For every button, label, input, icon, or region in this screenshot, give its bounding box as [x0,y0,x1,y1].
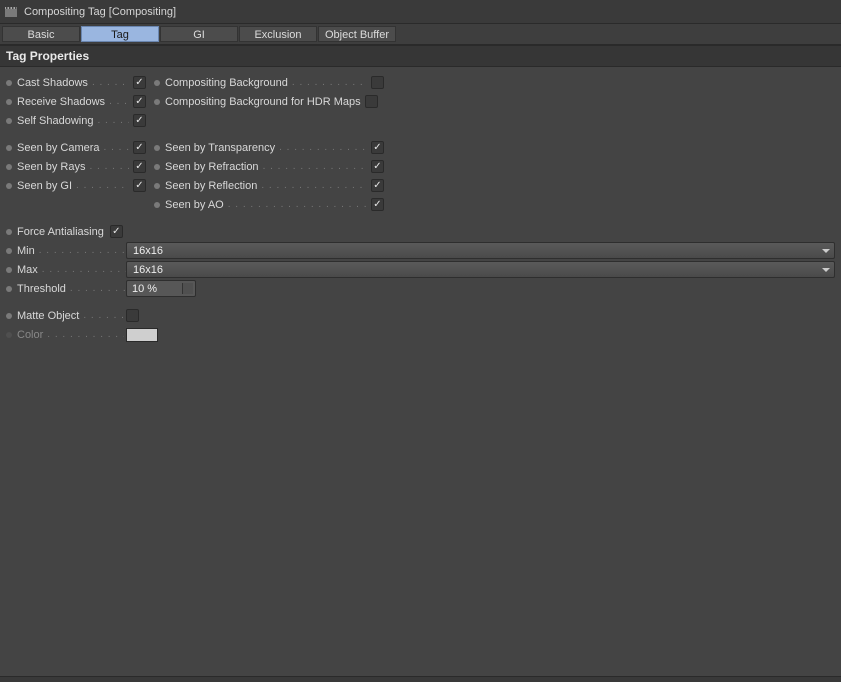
dots [228,199,367,210]
dots [39,245,126,256]
tab-exclusion[interactable]: Exclusion [239,26,317,42]
dots [279,142,367,153]
tab-basic[interactable]: Basic [2,26,80,42]
force-aa-label: Force Antialiasing [17,226,104,238]
bullet-icon [6,118,12,124]
seen-transparency-label: Seen by Transparency [165,142,275,154]
tab-gi[interactable]: GI [160,26,238,42]
dots [92,77,129,88]
force-aa-checkbox[interactable] [110,225,123,238]
bullet-icon [154,202,160,208]
dots [47,329,124,340]
seen-camera-label: Seen by Camera [17,142,100,154]
bullet-icon [6,99,12,105]
max-label: Max [17,264,38,276]
chevron-up-icon [185,284,191,287]
color-label: Color [17,329,43,341]
seen-rays-label: Seen by Rays [17,161,85,173]
bullet-icon [6,80,12,86]
dots [109,96,129,107]
tabbar: Basic Tag GI Exclusion Object Buffer [0,24,841,45]
compositing-bg-checkbox[interactable] [371,76,384,89]
bullet-icon [6,164,12,170]
seen-ao-checkbox[interactable] [371,198,384,211]
footer-bar [0,676,841,682]
threshold-label: Threshold [17,283,66,295]
receive-shadows-label: Receive Shadows [17,96,105,108]
bullet-icon [6,313,12,319]
seen-ao-label: Seen by AO [165,199,224,211]
receive-shadows-checkbox[interactable] [133,95,146,108]
window-title: Compositing Tag [Compositing] [24,6,176,18]
tab-tag[interactable]: Tag [81,26,159,42]
compositing-bg-label: Compositing Background [165,77,288,89]
bullet-icon [154,145,160,151]
bullet-icon [6,286,12,292]
dots [83,310,126,321]
bullet-icon [154,183,160,189]
seen-refraction-checkbox[interactable] [371,160,384,173]
dots [292,77,367,88]
bullet-icon [6,267,12,273]
dots [89,161,129,172]
cast-shadows-label: Cast Shadows [17,77,88,89]
chevron-down-icon [185,290,191,293]
bullet-icon [6,183,12,189]
matte-object-label: Matte Object [17,310,79,322]
bullet-icon [154,80,160,86]
dots [42,264,126,275]
seen-camera-checkbox[interactable] [133,141,146,154]
seen-gi-label: Seen by GI [17,180,72,192]
threshold-value: 10 % [132,283,157,295]
seen-refraction-label: Seen by Refraction [165,161,259,173]
cast-shadows-checkbox[interactable] [133,76,146,89]
dots [261,180,367,191]
seen-reflection-label: Seen by Reflection [165,180,257,192]
min-label: Min [17,245,35,257]
max-dropdown[interactable]: 16x16 [126,261,835,278]
properties-panel: Cast Shadows Receive Shadows Self Shadow… [0,67,841,350]
bullet-icon [6,332,12,338]
seen-reflection-checkbox[interactable] [371,179,384,192]
tab-object-buffer[interactable]: Object Buffer [318,26,396,42]
min-value: 16x16 [133,245,163,257]
color-swatch[interactable] [126,328,158,342]
self-shadowing-label: Self Shadowing [17,115,93,127]
max-value: 16x16 [133,264,163,276]
self-shadowing-checkbox[interactable] [133,114,146,127]
seen-transparency-checkbox[interactable] [371,141,384,154]
clapperboard-icon [4,5,18,19]
dots [97,115,129,126]
bullet-icon [154,164,160,170]
matte-object-checkbox[interactable] [126,309,139,322]
bullet-icon [6,229,12,235]
section-header: Tag Properties [0,45,841,67]
bullet-icon [154,99,160,105]
bullet-icon [6,248,12,254]
dots [104,142,129,153]
min-dropdown[interactable]: 16x16 [126,242,835,259]
bullet-icon [6,145,12,151]
dots [70,283,126,294]
seen-rays-checkbox[interactable] [133,160,146,173]
titlebar: Compositing Tag [Compositing] [0,0,841,24]
dots [76,180,129,191]
seen-gi-checkbox[interactable] [133,179,146,192]
threshold-spinner[interactable]: 10 % [126,280,196,297]
compositing-bg-hdr-label: Compositing Background for HDR Maps [165,96,361,108]
compositing-bg-hdr-checkbox[interactable] [365,95,378,108]
dots [263,161,367,172]
